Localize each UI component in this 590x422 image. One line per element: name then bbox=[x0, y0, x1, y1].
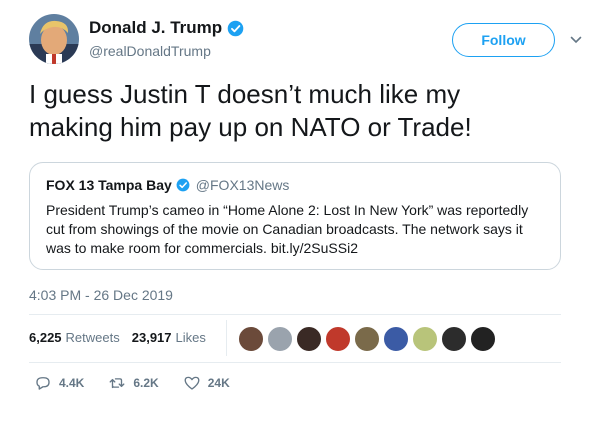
quote-author-handle: @FOX13News bbox=[195, 177, 290, 193]
verified-badge-icon bbox=[227, 20, 244, 36]
quote-author-name: FOX 13 Tampa Bay bbox=[46, 177, 172, 193]
verified-badge-icon bbox=[176, 178, 190, 192]
tweet-card: Donald J. Trump @realDonaldTrump Follow … bbox=[0, 0, 590, 422]
liker-avatar[interactable] bbox=[470, 326, 496, 352]
chevron-down-icon[interactable] bbox=[570, 34, 582, 46]
author-handle[interactable]: @realDonaldTrump bbox=[89, 43, 211, 59]
retweets-label[interactable]: Retweets bbox=[66, 330, 120, 345]
retweet-count: 6.2K bbox=[133, 376, 159, 390]
like-count: 24K bbox=[207, 376, 230, 390]
liker-avatar[interactable] bbox=[238, 326, 264, 352]
liker-avatar[interactable] bbox=[383, 326, 409, 352]
divider bbox=[29, 314, 561, 315]
likes-label[interactable]: Likes bbox=[176, 330, 206, 345]
tweet-stats: 6,225 Retweets 23,917 Likes bbox=[29, 330, 214, 345]
author-avatar[interactable] bbox=[29, 14, 79, 64]
tweet-text: I guess Justin T doesn’t much like my ma… bbox=[29, 79, 472, 142]
reply-count: 4.4K bbox=[59, 376, 85, 390]
stats-separator bbox=[226, 320, 227, 356]
liker-avatar[interactable] bbox=[325, 326, 351, 352]
liker-avatar[interactable] bbox=[296, 326, 322, 352]
divider bbox=[29, 362, 561, 363]
likes-count[interactable]: 23,917 bbox=[132, 330, 172, 345]
liker-avatar[interactable] bbox=[412, 326, 438, 352]
retweet-icon bbox=[109, 378, 125, 389]
like-button[interactable]: 24K bbox=[183, 374, 230, 392]
quoted-tweet[interactable]: FOX 13 Tampa Bay @FOX13News President Tr… bbox=[29, 162, 561, 270]
retweets-count[interactable]: 6,225 bbox=[29, 330, 62, 345]
author-name[interactable]: Donald J. Trump bbox=[89, 18, 244, 38]
author-name-text: Donald J. Trump bbox=[89, 18, 223, 37]
reply-button[interactable]: 4.4K bbox=[34, 374, 84, 392]
liker-avatar[interactable] bbox=[354, 326, 380, 352]
liker-avatar[interactable] bbox=[267, 326, 293, 352]
retweet-button[interactable]: 6.2K bbox=[108, 374, 159, 392]
liker-avatars bbox=[238, 326, 496, 352]
reply-icon bbox=[36, 377, 50, 390]
heart-icon bbox=[184, 376, 200, 390]
follow-button[interactable]: Follow bbox=[452, 23, 555, 57]
profile-photo-icon bbox=[29, 14, 79, 64]
quote-text: President Trump’s cameo in “Home Alone 2… bbox=[46, 202, 529, 256]
tweet-timestamp[interactable]: 4:03 PM - 26 Dec 2019 bbox=[29, 287, 173, 303]
quote-header: FOX 13 Tampa Bay @FOX13News bbox=[46, 177, 289, 193]
tweet-actions: 4.4K 6.2K 24K bbox=[34, 374, 254, 392]
liker-avatar[interactable] bbox=[441, 326, 467, 352]
